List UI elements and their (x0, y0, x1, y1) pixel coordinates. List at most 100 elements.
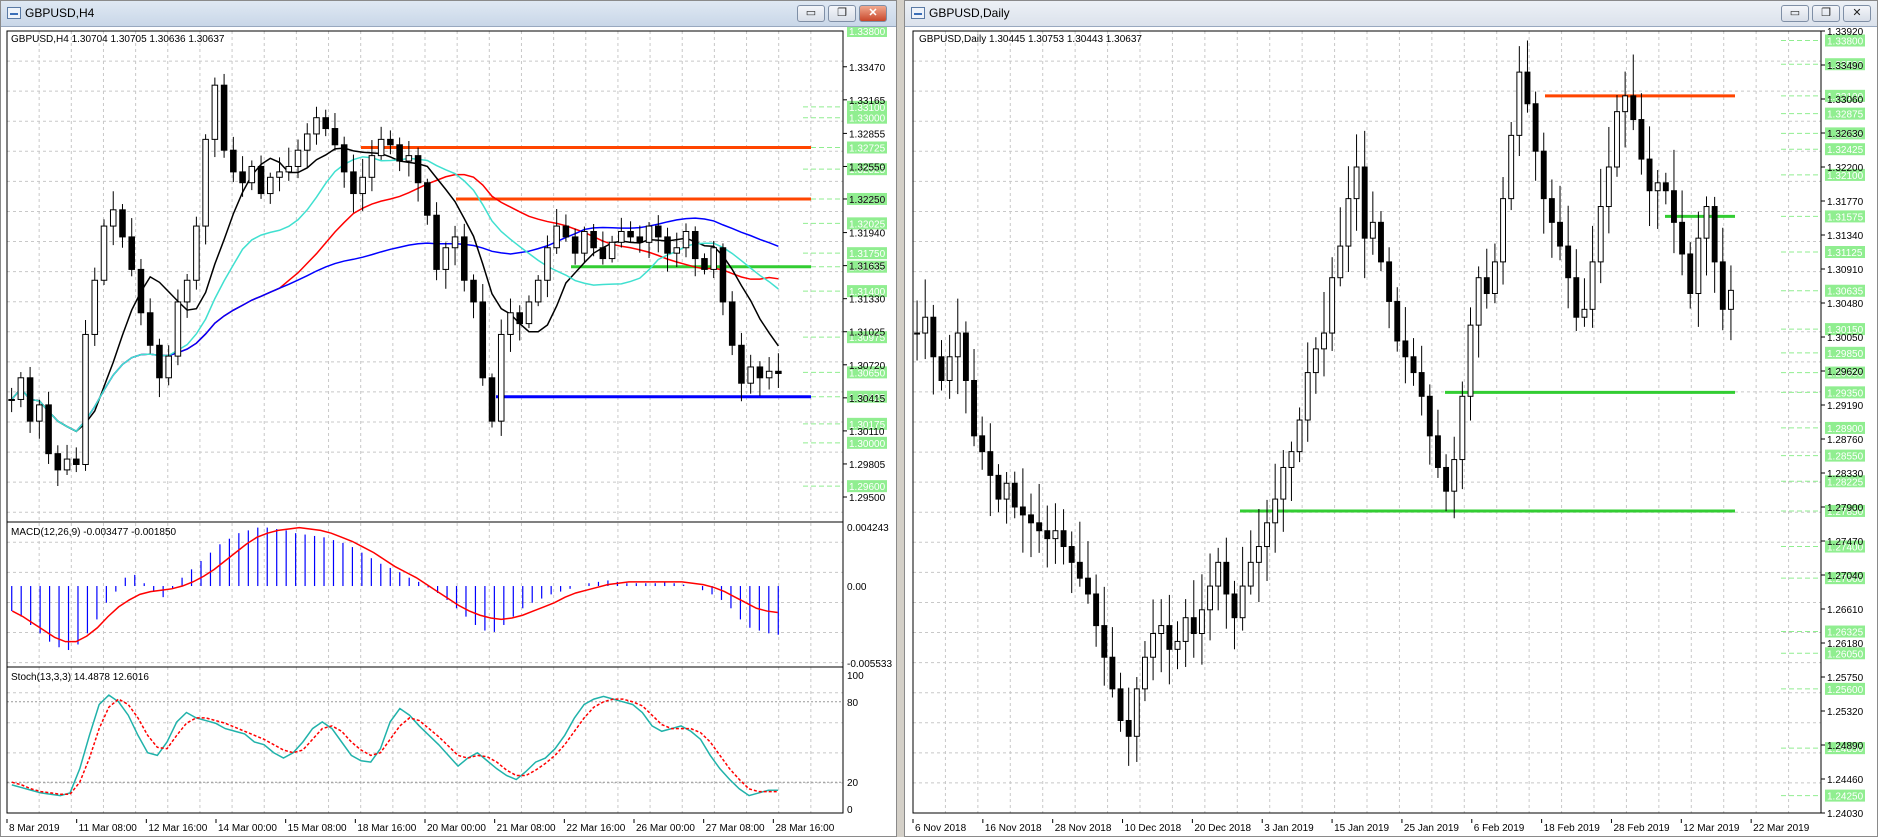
level-tag-label: 1.29350 (1827, 388, 1864, 399)
candle-body (1231, 593, 1238, 619)
candle-body (1638, 119, 1645, 160)
price-tick-label: 1.30480 (1827, 299, 1864, 310)
candle-body (1198, 609, 1205, 635)
candle-body (664, 236, 671, 254)
macd-signal-line (11, 526, 778, 643)
candle-body (461, 236, 468, 281)
time-tick-label: 25 Jan 2019 (1404, 823, 1459, 834)
minimize-button[interactable]: ▭ (1781, 5, 1809, 22)
daily-chart-canvas[interactable]: 1.338001.335001.331001.328751.326251.324… (905, 27, 1877, 836)
price-tick-label: 1.25750 (1827, 673, 1864, 684)
restore-button[interactable]: ❐ (828, 5, 856, 22)
time-tick-label: 26 Mar 00:00 (636, 823, 695, 834)
time-tick-label: 12 Mar 16:00 (148, 823, 207, 834)
candle-body (424, 182, 431, 216)
price-tick-label: 1.32550 (849, 162, 886, 173)
candle-body (1687, 253, 1694, 295)
candle-body (1679, 221, 1686, 255)
candle-body (1565, 245, 1572, 279)
time-tick-label: 22 Mar 2019 (1753, 823, 1810, 834)
candle-body (479, 301, 487, 379)
level-tag-label: 1.29600 (849, 482, 886, 493)
candle-body (17, 377, 25, 400)
price-tick-label: 1.27470 (1827, 537, 1864, 548)
price-tick-label: 1.33165 (849, 96, 886, 107)
candle-body (1264, 522, 1270, 548)
time-tick-label: 6 Feb 2019 (1474, 823, 1525, 834)
candle-body (239, 171, 246, 184)
candle-body (946, 356, 953, 381)
candle-body (645, 225, 653, 243)
time-tick-label: 18 Feb 2019 (1544, 823, 1601, 834)
candle-body (470, 279, 477, 303)
price-tick-label: 1.31340 (1827, 231, 1864, 242)
time-tick-label: 11 Mar 08:00 (79, 823, 138, 834)
close-button[interactable]: ✕ (1843, 5, 1871, 22)
restore-button[interactable]: ❐ (1812, 5, 1840, 22)
time-tick-label: 21 Mar 08:00 (497, 823, 556, 834)
candle-body (1068, 546, 1075, 563)
candle-body (322, 117, 329, 130)
candle-body (1581, 308, 1588, 318)
candle-body (562, 225, 570, 238)
candle-body (599, 247, 607, 260)
price-tick-label: 1.31770 (1827, 197, 1864, 208)
price-tick-label: 1.33490 (1827, 61, 1864, 72)
candle-body (1044, 530, 1051, 540)
candle-body (747, 366, 754, 384)
candle-body (1516, 71, 1523, 136)
price-tick-label: 1.30110 (849, 427, 885, 438)
candle-body (1052, 530, 1059, 540)
candle-body (91, 279, 99, 335)
candle-body (1288, 451, 1295, 468)
candle-body (257, 165, 265, 195)
candle-body (100, 225, 108, 281)
price-tick-label: 1.29500 (849, 493, 886, 504)
price-tick-label: 1.33060 (1827, 95, 1864, 106)
candle-body (1622, 95, 1629, 113)
candle-body (1548, 198, 1555, 223)
chart-window-icon (911, 7, 925, 19)
chart-window-h4[interactable]: GBPUSD,H4 ▭ ❐ ✕ 1.33800 1.33100 1.33000 1.3… (0, 0, 897, 837)
candle-body (728, 301, 736, 346)
time-tick-label: 8 Mar 2019 (9, 823, 60, 834)
price-tick-label: 1.27040 (1827, 571, 1864, 582)
chart-window-daily[interactable]: GBPUSD,Daily ▭ ❐ ✕ 1.33800 1.33500 1.33100… (904, 0, 1878, 837)
candle-body (1614, 111, 1620, 168)
candle-body (608, 241, 616, 260)
time-tick-label: 15 Mar 08:00 (288, 823, 347, 834)
candle-body (414, 155, 422, 184)
time-tick-label: 14 Mar 00:00 (218, 823, 277, 834)
macd-tick-label: 0.004243 (847, 523, 889, 534)
candle-body (962, 332, 969, 381)
candle-body (137, 268, 145, 314)
level-tag-label: 1.31125 (1827, 248, 1863, 259)
candle-body (655, 225, 662, 238)
candle-body (396, 144, 403, 162)
window-titlebar[interactable]: GBPUSD,H4 ▭ ❐ ✕ (1, 1, 896, 27)
candle-body (1524, 71, 1531, 105)
window-titlebar[interactable]: GBPUSD,Daily ▭ ❐ ✕ (905, 1, 1877, 27)
minimize-button[interactable]: ▭ (797, 5, 825, 22)
candle-body (405, 155, 413, 162)
macd-tick-label: 0.00 (847, 582, 867, 593)
candle-body (922, 316, 929, 334)
candle-body (1321, 332, 1327, 350)
price-tick-label: 1.26610 (1827, 605, 1864, 616)
candle-body (1207, 585, 1214, 611)
time-tick-label: 28 Nov 2018 (1055, 823, 1112, 834)
h4-chart-canvas[interactable]: 1.338001.331001.330001.327251.325251.322… (1, 27, 896, 836)
chart-window-icon (7, 7, 21, 19)
candle-body (82, 333, 89, 465)
candle-body (183, 279, 191, 303)
price-tick-label: 1.30415 (849, 394, 886, 405)
candle-body (719, 247, 727, 303)
close-button[interactable]: ✕ (859, 5, 887, 22)
candle-body (1410, 356, 1417, 374)
h4-price-header: GBPUSD,H4 1.30704 1.30705 1.30636 1.3063… (11, 34, 225, 45)
price-tick-label: 1.33470 (849, 63, 886, 74)
candle-body (1109, 656, 1116, 690)
candle-body (128, 236, 135, 270)
price-tick-label: 1.30050 (1827, 333, 1864, 344)
price-tick-label: 1.32200 (1827, 163, 1864, 174)
